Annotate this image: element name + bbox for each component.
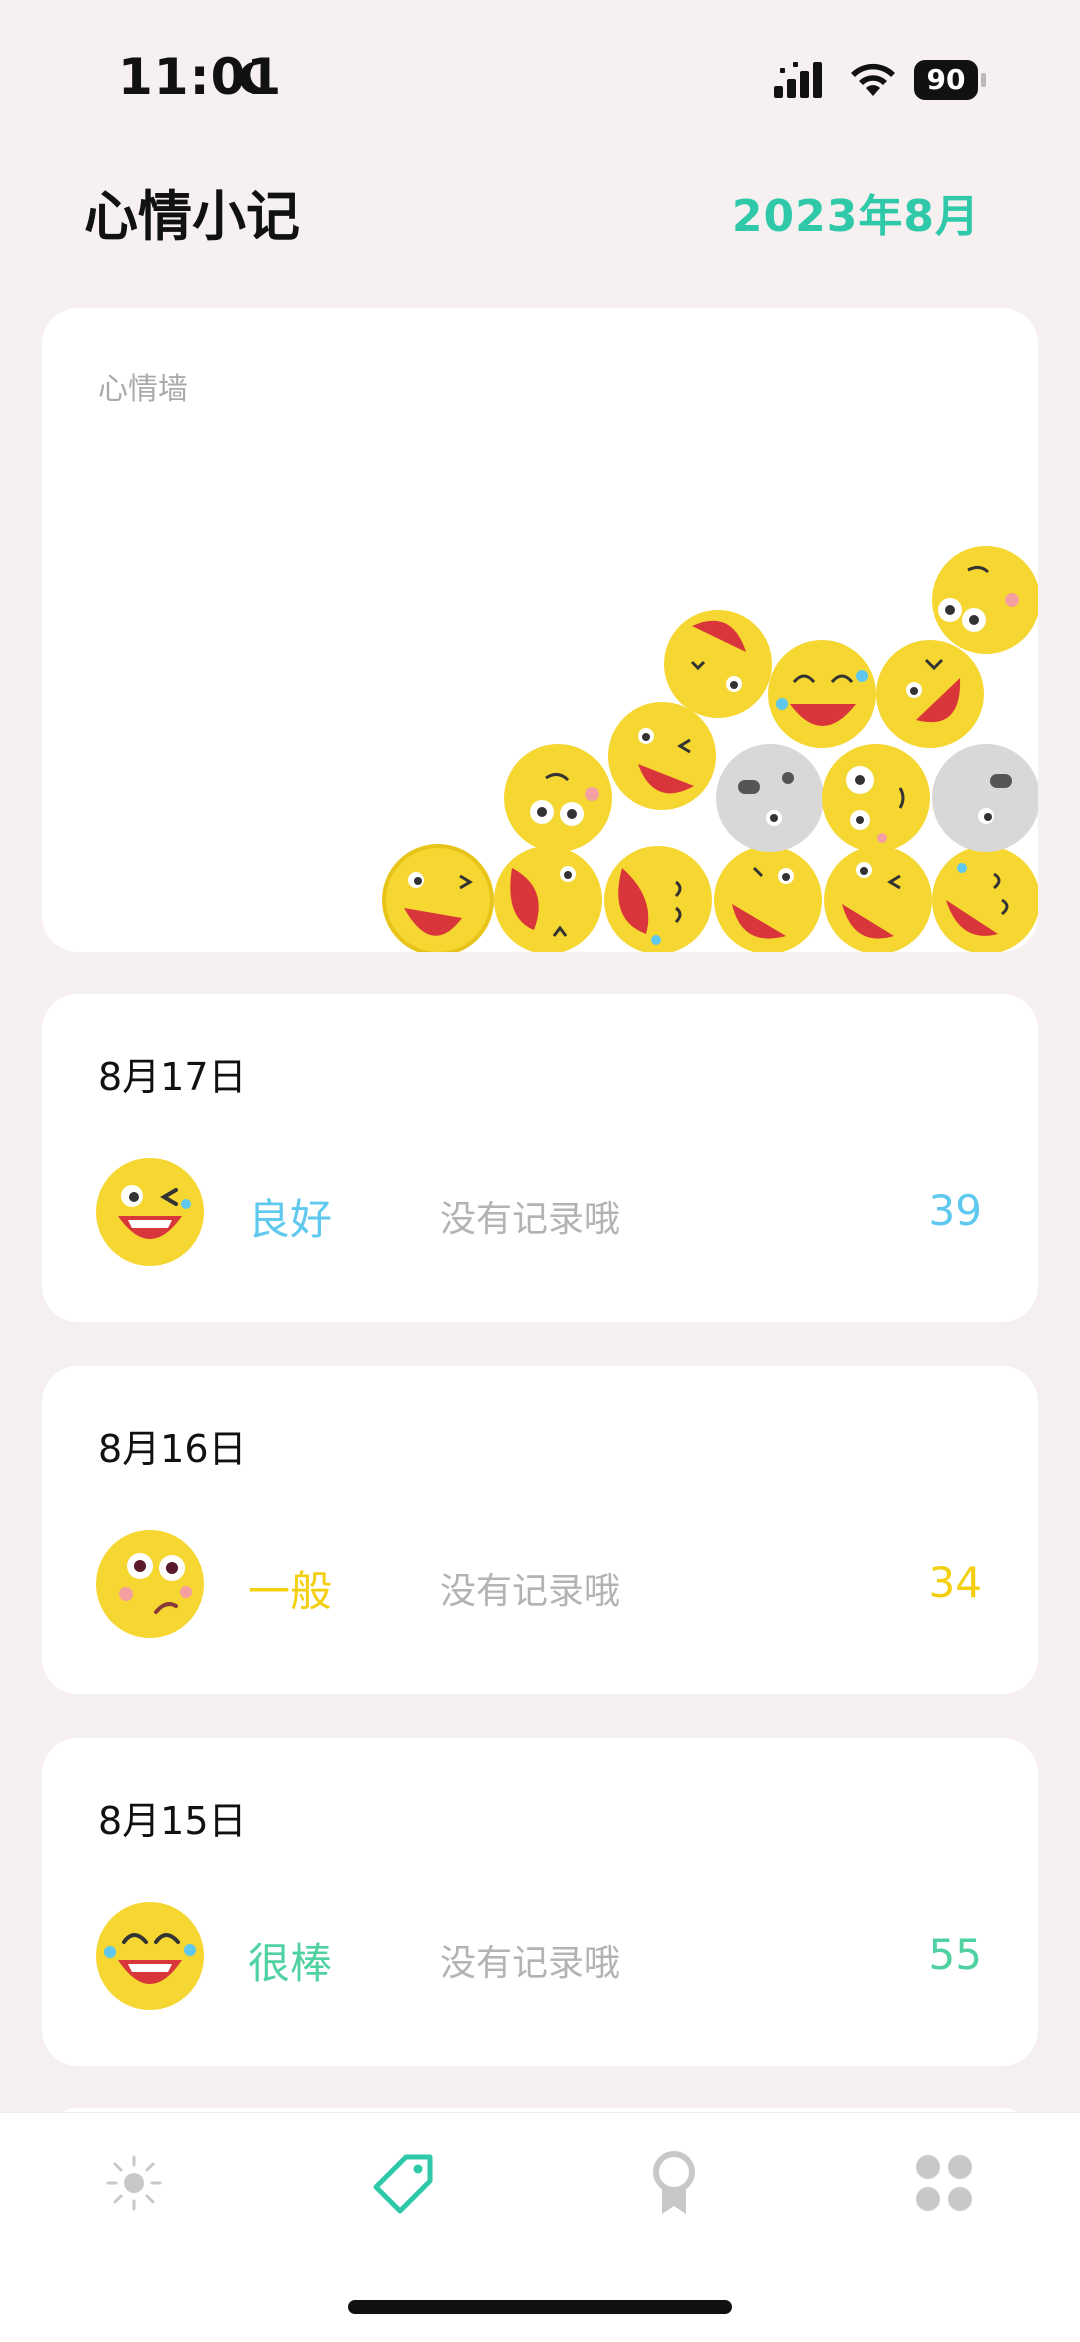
emoji-great-icon [768, 640, 876, 748]
mood-label: 很棒 [248, 1939, 333, 1988]
emoji-shout-icon [494, 846, 602, 952]
mood-score: 39 [928, 1186, 982, 1235]
great-face-icon [96, 1902, 204, 2010]
mood-wall-emojis [382, 546, 1038, 952]
page-title: 心情小记 [84, 185, 300, 248]
mood-entry-card[interactable]: 8月17日 良好 没有记录哦 39 [42, 994, 1038, 1322]
emoji-dizzy-icon [716, 744, 824, 852]
mood-entry-card[interactable]: 8月16日 一般 没有记录哦 34 [42, 1366, 1038, 1694]
meh-face-icon [96, 1530, 204, 1638]
status-bar: 11:01 90 [0, 0, 1080, 150]
entry-date: 8月17日 [98, 1055, 247, 1099]
moon-icon [239, 61, 268, 94]
mood-entry-card[interactable]: 8月15日 很棒 没有记录哦 55 [42, 1738, 1038, 2066]
emoji-wink-icon [608, 702, 716, 810]
signal-icon [774, 62, 822, 98]
wifi-icon [851, 63, 895, 96]
award-icon [653, 2151, 695, 2214]
entry-date: 8月16日 [98, 1427, 247, 1471]
sun-icon [106, 2155, 162, 2211]
entry-note: 没有记录哦 [440, 1943, 621, 1984]
emoji-laugh-icon [932, 846, 1038, 952]
month-selector[interactable]: 2023年8月 [732, 180, 980, 244]
emoji-laugh-icon [382, 844, 494, 952]
tab-more[interactable] [894, 2133, 994, 2233]
emoji-dizzy-icon [932, 744, 1038, 852]
mood-label: 一般 [248, 1567, 333, 1616]
tab-today[interactable] [84, 2133, 184, 2233]
wink-face-icon [96, 1158, 204, 1266]
tab-records[interactable] [354, 2133, 454, 2233]
mood-score: 34 [928, 1558, 982, 1607]
entry-date: 8月15日 [98, 1799, 247, 1843]
mood-wall-card[interactable]: 心情墙 [42, 308, 1038, 952]
mood-score: 55 [928, 1930, 982, 1979]
tag-icon [373, 2154, 433, 2214]
emoji-meh-icon [504, 744, 612, 852]
battery-indicator: 90 [914, 60, 986, 100]
emoji-meh-icon [932, 546, 1038, 654]
emoji-wink-icon [824, 846, 932, 952]
home-indicator[interactable] [348, 2300, 732, 2314]
mood-label: 良好 [248, 1195, 333, 1244]
emoji-laugh-icon [876, 640, 984, 748]
emoji-laugh-icon [604, 846, 712, 952]
emoji-surprise-icon [822, 744, 930, 852]
emoji-laugh-icon [664, 610, 772, 718]
emoji-laugh-icon [714, 846, 822, 952]
tab-achievements[interactable] [624, 2133, 724, 2233]
entry-note: 没有记录哦 [440, 1571, 621, 1612]
entry-note: 没有记录哦 [440, 1199, 621, 1240]
grid-icon [916, 2155, 972, 2211]
battery-level: 90 [914, 60, 978, 100]
